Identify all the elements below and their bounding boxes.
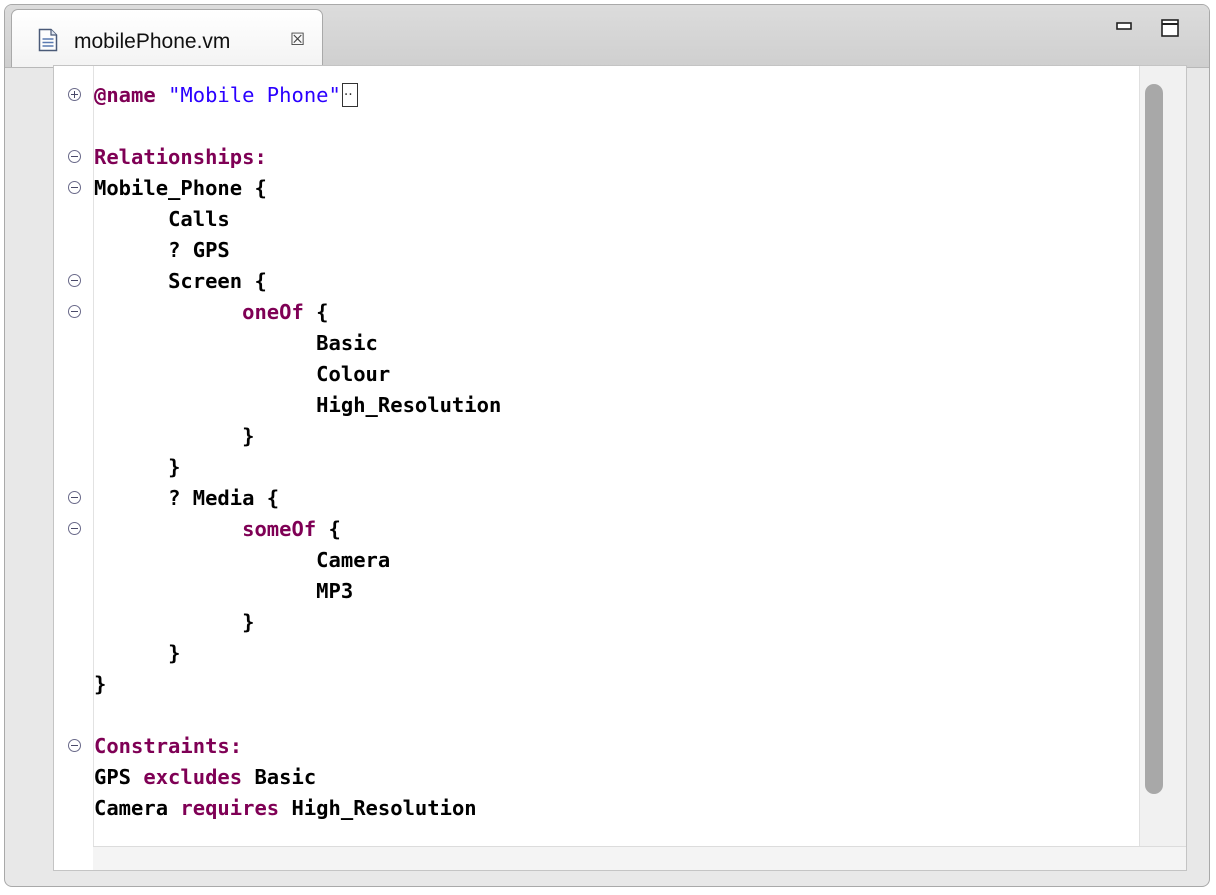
- maximize-icon[interactable]: [1161, 19, 1179, 37]
- code-line-12: }: [94, 421, 501, 452]
- code-line-11: High_Resolution: [94, 390, 501, 421]
- feature-high-resolution: High_Resolution: [316, 393, 502, 417]
- expand-fold-icon[interactable]: [68, 88, 81, 101]
- feature-calls: Calls: [168, 207, 230, 231]
- code-line-1: @name "Mobile Phone"..: [68, 80, 501, 111]
- code-line-5: Calls: [94, 204, 501, 235]
- constraint-subject: GPS: [94, 765, 144, 789]
- close-brace: }: [242, 610, 255, 634]
- collapse-fold-icon[interactable]: [68, 491, 81, 504]
- code-line-3: Relationships:: [68, 142, 501, 173]
- collapse-fold-icon[interactable]: [68, 522, 81, 535]
- editor-window: mobilePhone.vm ☒ @name "Mobile Phone".. …: [4, 4, 1210, 887]
- code-line-24: Camera requires High_Resolution: [94, 793, 501, 824]
- vertical-scrollbar[interactable]: [1139, 66, 1186, 846]
- code-line-20: }: [94, 669, 501, 700]
- close-brace: }: [168, 455, 181, 479]
- horizontal-scroll-area: [93, 846, 1186, 870]
- code-line-9: Basic: [94, 328, 501, 359]
- open-brace: {: [316, 517, 341, 541]
- constraint-object: High_Resolution: [279, 796, 477, 820]
- feature-mobile-phone: Mobile_Phone {: [94, 176, 267, 200]
- keyword-name: @name: [94, 83, 156, 107]
- code-line-23: GPS excludes Basic: [94, 762, 501, 793]
- open-brace: {: [303, 300, 329, 324]
- code-line-7: Screen {: [68, 266, 501, 297]
- code-line-4: Mobile_Phone {: [68, 173, 501, 204]
- tab-mobilephone-vm[interactable]: mobilePhone.vm ☒: [11, 9, 323, 67]
- feature-gps: ? GPS: [168, 238, 230, 262]
- code-line-13: }: [94, 452, 501, 483]
- code-line-14: ? Media {: [68, 483, 501, 514]
- string-literal: "Mobile Phone": [168, 83, 341, 107]
- collapse-fold-icon[interactable]: [68, 274, 81, 287]
- keyword-oneof: oneOf: [242, 300, 304, 324]
- constraint-object: Basic: [242, 765, 317, 789]
- text-editor[interactable]: @name "Mobile Phone".. Relationships: Mo…: [53, 65, 1187, 871]
- feature-screen: Screen {: [168, 269, 267, 293]
- tab-bar: mobilePhone.vm ☒: [5, 5, 1209, 68]
- section-constraints: Constraints:: [94, 734, 243, 758]
- code-line-18: }: [94, 607, 501, 638]
- code-line-19: }: [94, 638, 501, 669]
- tab-label: mobilePhone.vm: [74, 30, 231, 53]
- code-line-15: someOf {: [68, 514, 501, 545]
- close-brace: }: [168, 641, 181, 665]
- code-line-10: Colour: [94, 359, 501, 390]
- close-tab-icon[interactable]: ☒: [290, 30, 305, 50]
- code-line-22: Constraints:: [68, 731, 501, 762]
- code-line-17: MP3: [94, 576, 501, 607]
- text-file-icon: [38, 28, 58, 52]
- code-line-6: ? GPS: [94, 235, 501, 266]
- ellipsis-text: ..: [343, 83, 353, 99]
- collapse-fold-icon[interactable]: [68, 739, 81, 752]
- collapsed-region-marker[interactable]: ..: [341, 83, 358, 107]
- collapse-fold-icon[interactable]: [68, 305, 81, 318]
- feature-mp3: MP3: [316, 579, 354, 603]
- code-area[interactable]: @name "Mobile Phone".. Relationships: Mo…: [68, 80, 501, 824]
- feature-media: ? Media {: [168, 486, 280, 510]
- minimize-icon[interactable]: [1116, 19, 1132, 35]
- keyword-requires: requires: [180, 796, 280, 820]
- close-brace: }: [94, 672, 107, 696]
- scrollbar-thumb[interactable]: [1145, 84, 1163, 794]
- feature-basic: Basic: [316, 331, 378, 355]
- feature-colour: Colour: [316, 362, 391, 386]
- keyword-someof: someOf: [242, 517, 317, 541]
- feature-camera: Camera: [316, 548, 391, 572]
- close-brace: }: [242, 424, 255, 448]
- code-line-8: oneOf {: [68, 297, 501, 328]
- section-relationships: Relationships:: [94, 145, 267, 169]
- code-line-16: Camera: [94, 545, 501, 576]
- keyword-excludes: excludes: [143, 765, 243, 789]
- collapse-fold-icon[interactable]: [68, 181, 81, 194]
- collapse-fold-icon[interactable]: [68, 150, 81, 163]
- constraint-subject: Camera: [94, 796, 181, 820]
